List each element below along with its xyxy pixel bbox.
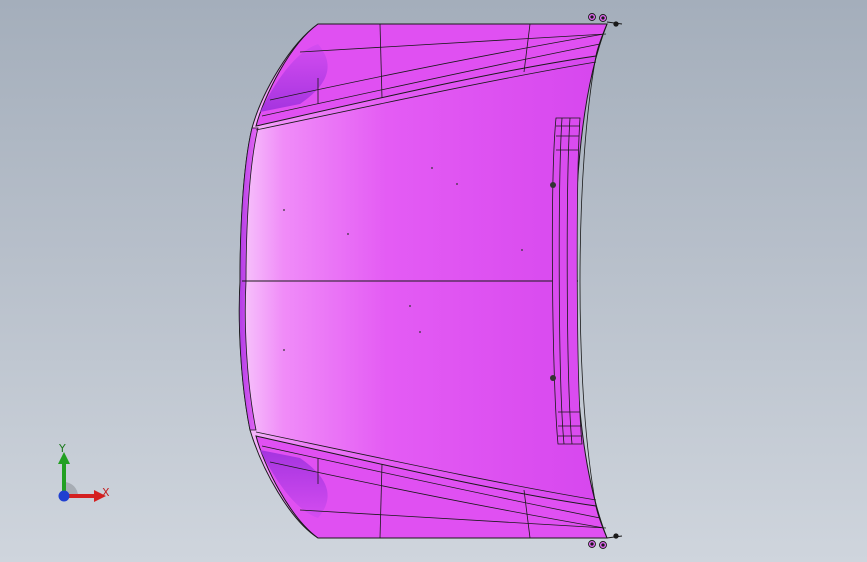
coordinate-triad: Y X — [48, 440, 118, 510]
x-axis-label: X — [102, 486, 110, 499]
fastener-point — [550, 182, 556, 188]
y-axis-label: Y — [59, 442, 66, 455]
fastener-point — [550, 375, 556, 381]
hood-model[interactable] — [0, 0, 867, 562]
graphics-viewport[interactable]: Y X — [0, 0, 867, 562]
rear-reinforcement-strip — [551, 117, 583, 445]
